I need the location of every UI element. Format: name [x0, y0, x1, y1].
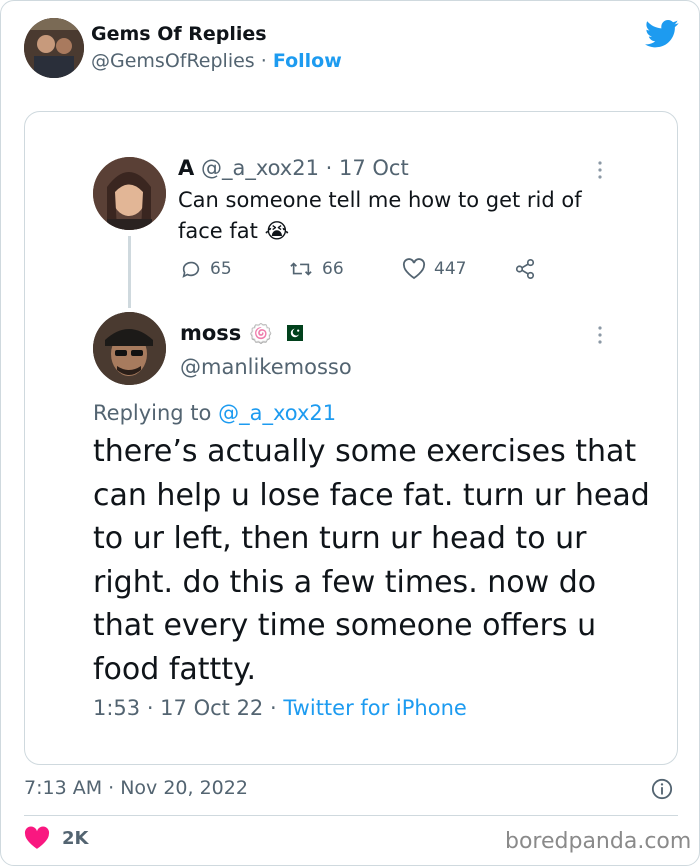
- reply-tweet-footer: 1:53 · 17 Oct 22 · Twitter for iPhone: [93, 696, 467, 720]
- original-tweet-actions: 65 66 447: [178, 258, 558, 284]
- original-tweet-avatar: [93, 157, 166, 230]
- tweet-timestamp[interactable]: 7:13 AM · Nov 20, 2022: [24, 777, 248, 799]
- like-action: 447: [402, 258, 466, 280]
- retweet-count: 66: [322, 259, 344, 279]
- footer-divider: [24, 815, 678, 816]
- separator: ·: [260, 50, 267, 72]
- reply-tweet-name: moss: [180, 321, 242, 345]
- like-button[interactable]: 2K: [24, 826, 88, 850]
- follow-button[interactable]: Follow: [273, 50, 342, 72]
- original-tweet-handle: @_a_xox21: [200, 156, 319, 180]
- name-emoji: 🍥: [249, 322, 273, 345]
- reply-icon: [182, 261, 200, 278]
- retweet-icon: [290, 262, 312, 276]
- heart-icon: [24, 826, 50, 849]
- like-count-footer: 2K: [62, 827, 89, 849]
- reply-tweet-name-row: moss 🍥: [180, 321, 303, 345]
- tweet-embed: Gems Of Replies @GemsOfReplies · Follow …: [0, 0, 700, 866]
- twitter-bird-icon[interactable]: [645, 19, 679, 49]
- like-count: 447: [434, 259, 467, 279]
- original-tweet-header: A @_a_xox21 · 17 Oct: [178, 156, 409, 180]
- reply-tweet-text: there’s actually some exercises that can…: [93, 434, 650, 687]
- quoted-screenshot-card[interactable]: A @_a_xox21 · 17 Oct Can someone tell me…: [24, 111, 678, 765]
- retweet-action: 66: [288, 258, 344, 280]
- reply-tweet-time-date: 1:53 · 17 Oct 22 ·: [93, 696, 277, 720]
- share-icon: [515, 259, 535, 279]
- boredpanda-watermark: boredpanda.com: [505, 829, 692, 854]
- replying-handle: @_a_xox21: [218, 401, 337, 425]
- reply-tweet-avatar: [93, 312, 166, 385]
- replying-to-line: Replying to @_a_xox21: [93, 401, 336, 425]
- reply-count: 65: [210, 259, 232, 279]
- original-tweet-date: · 17 Oct: [325, 156, 409, 180]
- reply-tweet-handle: @manlikemosso: [180, 355, 352, 379]
- author-handle[interactable]: @GemsOfReplies: [91, 50, 255, 72]
- original-tweet-name: A: [178, 156, 195, 180]
- thread-connector-line: [128, 236, 131, 308]
- share-action: [513, 258, 537, 280]
- heart-outline-icon: [402, 258, 426, 280]
- author-display-name[interactable]: Gems Of Replies: [91, 23, 267, 45]
- author-avatar[interactable]: [24, 18, 84, 78]
- original-tweet-text: Can someone tell me how to get rid of fa…: [178, 188, 582, 243]
- more-options-icon: [598, 161, 602, 179]
- info-icon[interactable]: [651, 778, 673, 800]
- reply-tweet-source: Twitter for iPhone: [283, 696, 467, 720]
- replying-prefix: Replying to: [93, 401, 212, 425]
- pakistan-flag-icon: [280, 325, 303, 341]
- more-options-icon: [598, 326, 602, 344]
- reply-action: 65: [180, 258, 232, 280]
- author-handle-row: @GemsOfReplies · Follow: [91, 50, 342, 72]
